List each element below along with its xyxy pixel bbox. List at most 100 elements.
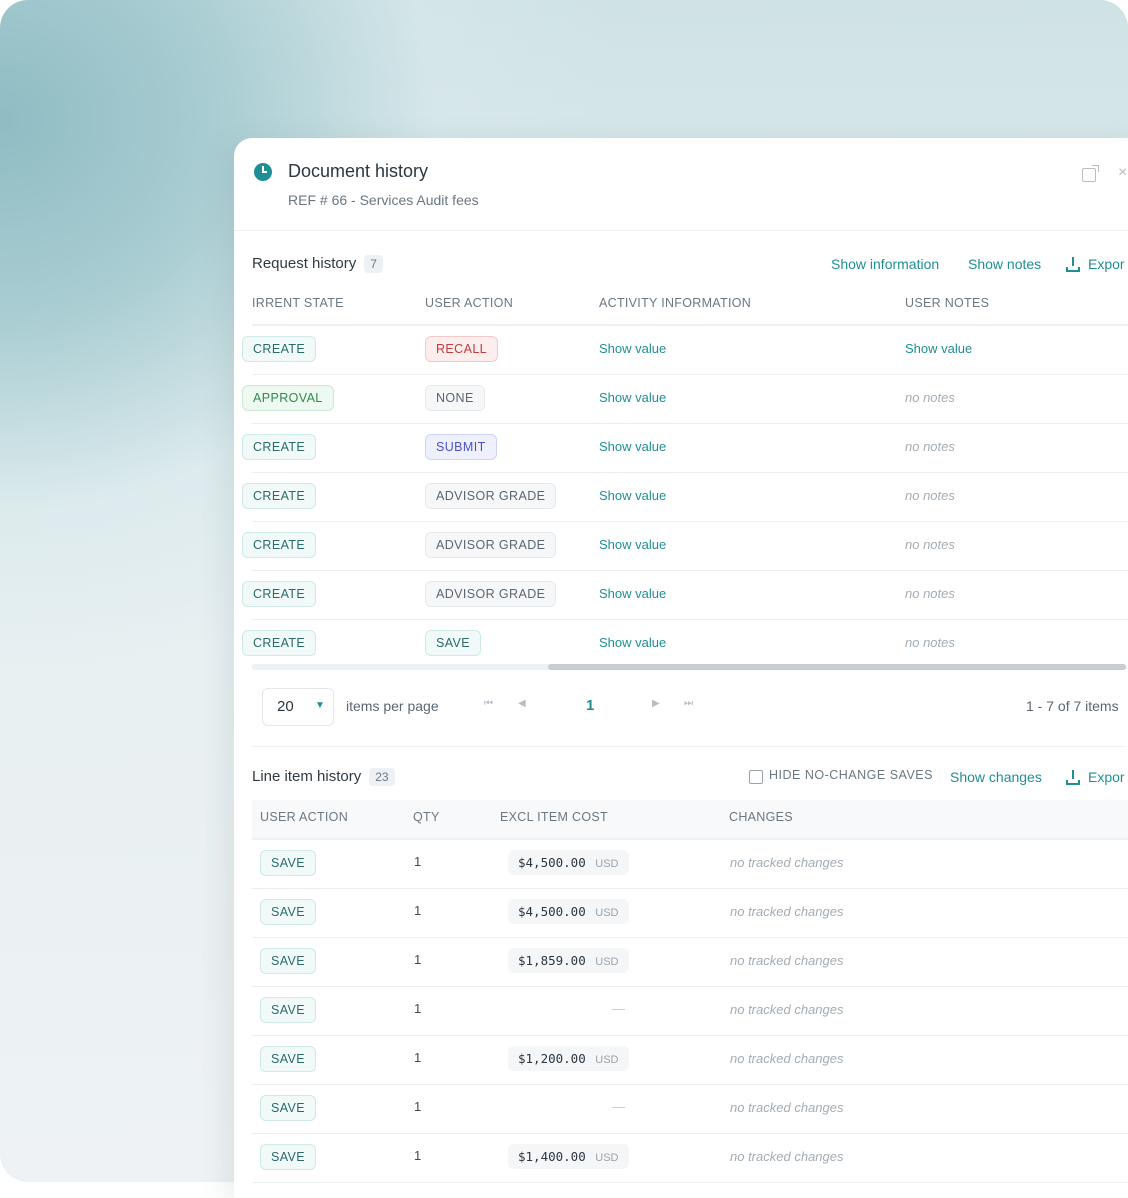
show-changes-link[interactable]: Show changes [950, 769, 1042, 785]
cost-amount: $1,400.00 [518, 1149, 586, 1164]
show-value-link[interactable]: Show value [599, 341, 666, 356]
prev-page-icon[interactable]: ◀ [518, 698, 526, 709]
changes-text: no tracked changes [730, 953, 844, 968]
line-item-history-count: 23 [369, 768, 395, 786]
table-header: USER ACTION QTY EXCL ITEM COST CHANGES [252, 800, 1128, 840]
state-tag: APPROVAL [242, 385, 334, 411]
open-external-icon[interactable] [1082, 165, 1099, 182]
show-value-link[interactable]: Show value [599, 537, 666, 552]
currency-label: USD [595, 1152, 619, 1164]
last-page-icon[interactable]: ⏭ [684, 698, 693, 709]
table-row: SAVE 1 — no tracked changes [252, 987, 1128, 1036]
cost-amount: $4,500.00 [518, 904, 586, 919]
show-value-link[interactable]: Show value [599, 488, 666, 503]
notes-text: no notes [905, 635, 955, 650]
notes-text: no notes [905, 488, 955, 503]
action-tag: SAVE [260, 1095, 317, 1121]
hide-no-change-checkbox[interactable] [749, 770, 763, 784]
show-notes-link[interactable]: Show notes [968, 256, 1041, 272]
col-user-action[interactable]: USER ACTION [425, 296, 513, 310]
table-row: APPROVAL NONE Show value no notes [242, 375, 1128, 424]
changes-text: no tracked changes [730, 1100, 844, 1115]
table-header: IRRENT STATE USER ACTION ACTIVITY INFORM… [252, 286, 1128, 326]
col-current-state[interactable]: IRRENT STATE [252, 296, 344, 310]
action-tag: ADVISOR GRADE [425, 483, 557, 509]
notes-text: no notes [905, 390, 955, 405]
changes-text: no tracked changes [730, 904, 844, 919]
table-row: SAVE 1 $1,859.00 USD no tracked changes [252, 938, 1128, 987]
line-item-history-table: USER ACTION QTY EXCL ITEM COST CHANGES S… [252, 800, 1128, 1183]
empty-cost: — [612, 1001, 625, 1016]
state-tag: CREATE [242, 434, 317, 460]
panel-title: Document history [288, 161, 429, 181]
cost-value: $1,400.00 USD [508, 1144, 629, 1169]
action-tag: SAVE [260, 1046, 317, 1072]
export-request-history-button[interactable]: Expor [1088, 256, 1125, 272]
changes-text: no tracked changes [730, 1051, 844, 1066]
action-tag: SAVE [425, 630, 482, 656]
changes-text: no tracked changes [730, 1002, 844, 1017]
action-tag: ADVISOR GRADE [425, 581, 557, 607]
table-row: CREATE SAVE Show value no notes [242, 620, 1128, 669]
cost-amount: $4,500.00 [518, 855, 586, 870]
show-value-link[interactable]: Show value [599, 439, 666, 454]
col-excl-item-cost[interactable]: EXCL ITEM COST [500, 810, 608, 824]
page-size-value: 20 [277, 698, 294, 715]
action-tag: SAVE [260, 1144, 317, 1170]
currency-label: USD [595, 858, 619, 870]
table-row: CREATE ADVISOR GRADE Show value no notes [242, 473, 1128, 522]
first-page-icon[interactable]: ⏮ [484, 698, 493, 709]
request-history-title: Request history 7 [252, 255, 383, 273]
col-user-notes[interactable]: USER NOTES [905, 296, 989, 310]
hide-no-change-label[interactable]: HIDE NO-CHANGE SAVES [769, 768, 933, 782]
clock-icon [254, 163, 272, 181]
table-row: CREATE ADVISOR GRADE Show value no notes [242, 571, 1128, 620]
action-tag: NONE [425, 385, 485, 411]
table-row: SAVE 1 $1,200.00 USD no tracked changes [252, 1036, 1128, 1085]
empty-cost: — [612, 1099, 625, 1114]
cost-value: $1,200.00 USD [508, 1046, 629, 1071]
show-value-link[interactable]: Show value [599, 390, 666, 405]
export-line-item-button[interactable]: Expor [1088, 769, 1125, 785]
state-tag: CREATE [242, 581, 317, 607]
state-tag: CREATE [242, 336, 317, 362]
action-tag: SAVE [260, 850, 317, 876]
table-row: SAVE 1 $4,500.00 USD no tracked changes [252, 889, 1128, 938]
qty-value: 1 [414, 854, 422, 869]
qty-value: 1 [414, 1001, 422, 1016]
table-row: SAVE 1 $4,500.00 USD no tracked changes [252, 840, 1128, 889]
show-value-link[interactable]: Show value [599, 586, 666, 601]
col-qty[interactable]: QTY [413, 810, 440, 824]
panel-header: Document history REF # 66 - Services Aud… [234, 138, 1128, 231]
cost-value: $1,859.00 USD [508, 948, 629, 973]
currency-label: USD [595, 1054, 619, 1066]
col-changes[interactable]: CHANGES [729, 810, 793, 824]
page-size-select[interactable]: 20 ▼ [262, 688, 334, 726]
close-icon[interactable]: × [1118, 164, 1127, 182]
page-range-label: 1 - 7 of 7 items [1026, 698, 1119, 714]
document-history-panel: Document history REF # 66 - Services Aud… [234, 138, 1128, 1198]
notes-text: no notes [905, 537, 955, 552]
table-row: CREATE RECALL Show value Show value [242, 326, 1128, 375]
current-page[interactable]: 1 [586, 697, 594, 714]
download-icon[interactable] [1066, 257, 1080, 272]
request-history-label: Request history [252, 255, 357, 272]
col-activity-information[interactable]: ACTIVITY INFORMATION [599, 296, 751, 310]
pagination: 20 ▼ items per page ⏮ ◀ 1 ▶ ⏭ 1 - 7 of 7… [252, 670, 1126, 747]
chevron-down-icon: ▼ [315, 700, 325, 711]
download-icon[interactable] [1066, 770, 1080, 785]
action-tag: SAVE [260, 948, 317, 974]
state-tag: CREATE [242, 532, 317, 558]
next-page-icon[interactable]: ▶ [652, 698, 660, 709]
show-value-link[interactable]: Show value [905, 341, 972, 356]
currency-label: USD [595, 907, 619, 919]
items-per-page-label: items per page [346, 698, 439, 714]
col-user-action[interactable]: USER ACTION [260, 810, 348, 824]
state-tag: CREATE [242, 483, 317, 509]
table-row: SAVE 1 — no tracked changes [252, 1085, 1128, 1134]
cost-value: $4,500.00 USD [508, 899, 629, 924]
qty-value: 1 [414, 1050, 422, 1065]
qty-value: 1 [414, 1099, 422, 1114]
show-information-link[interactable]: Show information [831, 256, 939, 272]
show-value-link[interactable]: Show value [599, 635, 666, 650]
